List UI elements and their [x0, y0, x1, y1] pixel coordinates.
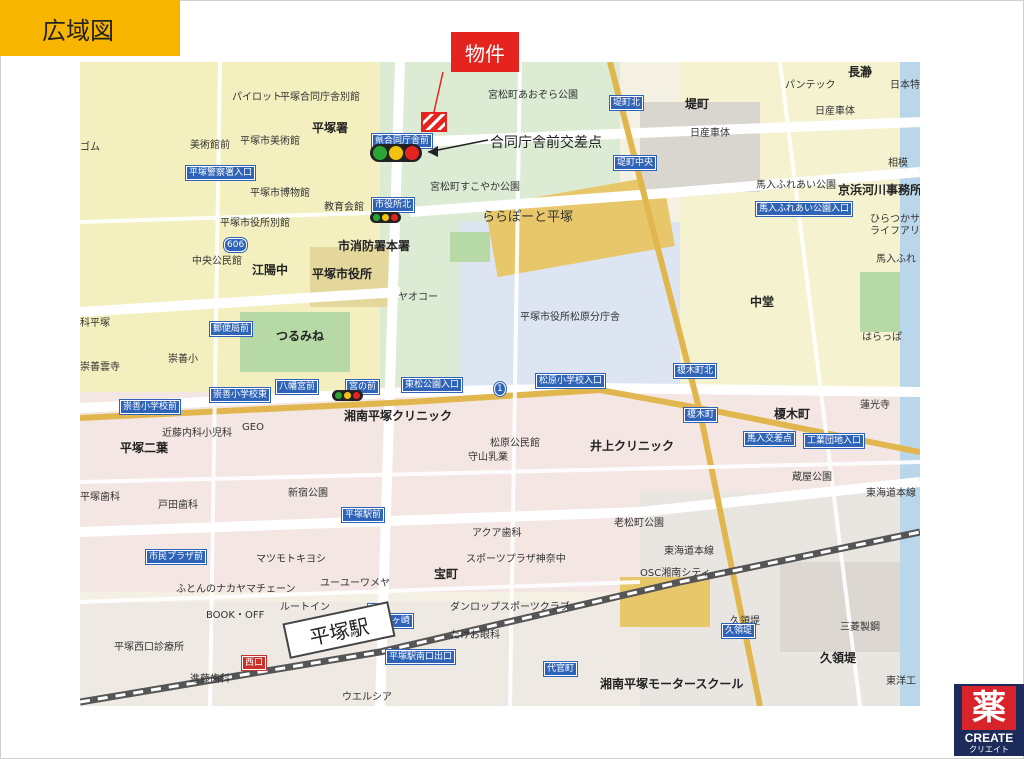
traffic-light-icon: [370, 144, 422, 162]
logo-kanji: 薬: [962, 686, 1016, 730]
intersection-label: 合同庁舎前交差点: [490, 135, 602, 151]
logo-kana: クリエイト: [969, 745, 1009, 754]
annotation-layer: [427, 71, 489, 157]
create-logo: 薬 CREATE クリエイト: [954, 684, 1024, 756]
logo-brand: CREATE: [964, 731, 1014, 745]
property-marker-icon[interactable]: [421, 112, 447, 132]
property-pointer: [433, 71, 444, 113]
intersection-arrowhead: [428, 146, 438, 157]
